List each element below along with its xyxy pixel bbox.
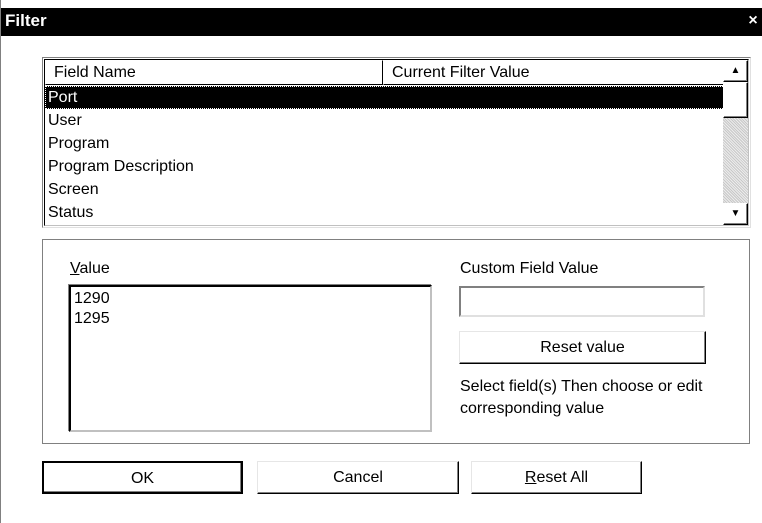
reset-all-mnemonic: R bbox=[524, 469, 537, 486]
cancel-button[interactable]: Cancel bbox=[257, 461, 459, 494]
custom-field-value-input[interactable] bbox=[459, 286, 705, 317]
dialog-title: Filter bbox=[5, 11, 47, 30]
list-item-status[interactable]: Status bbox=[45, 201, 725, 224]
value-label-rest: alue bbox=[79, 260, 110, 277]
value-listbox[interactable]: 1290 1295 bbox=[69, 285, 432, 432]
filter-dialog: Filter × Field Name Current Filter Value… bbox=[0, 0, 762, 523]
field-list-frame: Field Name Current Filter Value Port Use… bbox=[44, 59, 749, 226]
reset-all-label-rest: eset All bbox=[536, 469, 589, 486]
column-header-field-name[interactable]: Field Name bbox=[45, 60, 383, 85]
list-item-user[interactable]: User bbox=[45, 109, 725, 132]
list-item-screen[interactable]: Screen bbox=[45, 178, 725, 201]
reset-value-button[interactable]: Reset value bbox=[459, 331, 706, 364]
title-bar[interactable]: Filter × bbox=[1, 8, 762, 36]
value-label: Value bbox=[70, 260, 110, 278]
help-text: Select field(s) Then choose or edit corr… bbox=[460, 378, 703, 417]
list-rows: Port User Program Program Description Sc… bbox=[45, 86, 725, 224]
vertical-scrollbar[interactable]: ▲ ▼ bbox=[723, 60, 748, 225]
value-item-1290[interactable]: 1290 bbox=[71, 289, 430, 309]
field-list-view[interactable]: Field Name Current Filter Value Port Use… bbox=[42, 57, 751, 228]
scroll-down-arrow-icon[interactable]: ▼ bbox=[723, 203, 748, 225]
list-item-program[interactable]: Program bbox=[45, 132, 725, 155]
scrollbar-thumb[interactable] bbox=[723, 82, 748, 118]
reset-all-button[interactable]: Reset All bbox=[471, 461, 642, 494]
scroll-up-arrow-icon[interactable]: ▲ bbox=[723, 60, 748, 82]
list-item-port[interactable]: Port bbox=[45, 86, 725, 109]
list-header: Field Name Current Filter Value bbox=[45, 60, 725, 85]
column-header-current-filter-value[interactable]: Current Filter Value bbox=[383, 60, 725, 85]
value-item-1295[interactable]: 1295 bbox=[71, 309, 430, 329]
close-icon[interactable]: × bbox=[745, 13, 761, 29]
ok-button[interactable]: OK bbox=[42, 461, 243, 494]
custom-field-value-label: Custom Field Value bbox=[460, 260, 599, 277]
list-item-program-description[interactable]: Program Description bbox=[45, 155, 725, 178]
